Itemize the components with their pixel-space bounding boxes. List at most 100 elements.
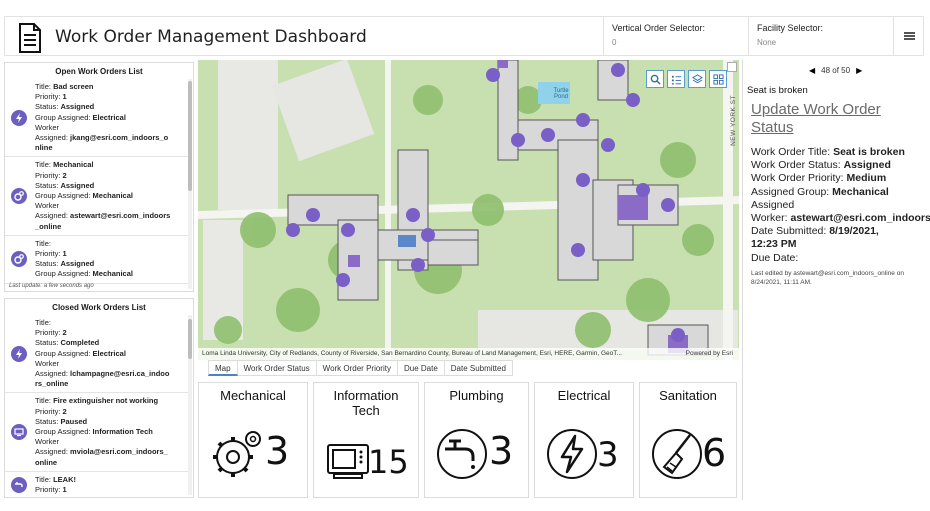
worker-label: Worker: bbox=[751, 212, 791, 225]
line-key: Group Assigned: bbox=[35, 348, 93, 358]
card-electrical[interactable]: Electrical 3 bbox=[534, 382, 634, 498]
line-text: Worker bbox=[35, 358, 60, 368]
detail-priority-row: Work Order Priority: Medium bbox=[751, 172, 930, 185]
map-legend-button[interactable] bbox=[667, 70, 685, 88]
line-value: Bad screen bbox=[53, 82, 94, 91]
open-list-body[interactable]: Title: Bad screen Priority: 1 Status: Assi… bbox=[5, 79, 189, 291]
card-information-tech-count: 15 bbox=[368, 443, 409, 481]
line-key: Status: bbox=[35, 416, 61, 426]
line-key: Group Assigned: bbox=[35, 427, 93, 437]
list-item-line: Status: Assigned bbox=[35, 259, 185, 269]
tab-work-order-status[interactable]: Work Order Status bbox=[237, 360, 317, 376]
list-item[interactable]: Title: LEAK! Priority: 1 bbox=[5, 472, 189, 497]
previous-arrow-icon[interactable]: ◀ bbox=[809, 66, 815, 75]
tab-due-date[interactable]: Due Date bbox=[397, 360, 445, 376]
list-item-line: Priority: 2 bbox=[35, 407, 185, 417]
faucet-icon bbox=[11, 477, 27, 494]
facility-selector-label: Facility Selector: bbox=[757, 23, 824, 33]
broom-icon bbox=[652, 429, 702, 479]
line-value: 2 bbox=[62, 170, 67, 180]
line-key: Group Assigned: bbox=[35, 269, 93, 279]
title-value: Seat is broken bbox=[833, 146, 905, 158]
lightning-icon bbox=[11, 345, 27, 362]
lightning-icon bbox=[547, 429, 597, 479]
card-plumbing[interactable]: Plumbing 3 bbox=[424, 382, 529, 498]
facility-selector[interactable]: Facility Selector: None bbox=[748, 17, 893, 55]
list-item[interactable]: Title: Priority: 1 Status: Assigned Group A… bbox=[5, 236, 189, 284]
line-key: Priority: bbox=[35, 485, 63, 495]
faucet-icon bbox=[437, 429, 487, 479]
line-value: jkang@esri.com_indoors_o bbox=[70, 133, 169, 143]
list-item-line: Worker bbox=[35, 437, 185, 447]
gears-icon bbox=[11, 251, 27, 268]
line-key: Status: bbox=[35, 180, 61, 190]
list-item-line: Group Assigned: Electrical bbox=[35, 349, 185, 359]
powered-by-esri[interactable]: Powered by Esri bbox=[686, 350, 733, 357]
card-sanitation-label: Sanitation bbox=[659, 388, 717, 403]
street-label: NEW YORK ST bbox=[730, 95, 737, 146]
list-item-line: nline bbox=[35, 143, 185, 153]
list-item[interactable]: Title: Fire extinguisher not working Prio… bbox=[5, 393, 189, 472]
map-layers-button[interactable] bbox=[688, 70, 706, 88]
vertical-order-selector[interactable]: Vertical Order Selector: 0 bbox=[603, 17, 748, 55]
line-key: Title: bbox=[35, 474, 54, 484]
closed-list-body[interactable]: Title: Priority: 2 Status: Completed Group … bbox=[5, 315, 189, 497]
indoor-map[interactable]: Turtle Pond NEW YORK ST Loma Linda Unive… bbox=[198, 60, 739, 360]
map-expand-button[interactable] bbox=[727, 62, 737, 72]
computer-icon bbox=[327, 444, 369, 479]
tab-map[interactable]: Map bbox=[208, 360, 238, 376]
vertical-selector-label: Vertical Order Selector: bbox=[612, 23, 706, 33]
list-item-line: Group Assigned: Mechanical bbox=[35, 191, 185, 201]
list-item-line: Assigned: mviola@esri.com_indoors_ bbox=[35, 447, 185, 457]
list-item-line: Status: Paused bbox=[35, 417, 185, 427]
closed-list-scroll-thumb[interactable] bbox=[188, 319, 192, 359]
group-value: Mechanical bbox=[832, 185, 889, 198]
card-sanitation[interactable]: Sanitation 6 bbox=[639, 382, 737, 498]
card-information-tech[interactable]: Information Tech 15 bbox=[313, 382, 419, 498]
line-key: Title: bbox=[35, 82, 54, 91]
status-value: Assigned bbox=[843, 159, 891, 172]
line-value: Information Tech bbox=[92, 427, 153, 437]
view-tabs: Map Work Order Status Work Order Priorit… bbox=[208, 360, 513, 376]
closed-list-scrollbar[interactable] bbox=[188, 315, 192, 495]
date-value-2: 12:23 PM bbox=[751, 238, 797, 251]
update-work-order-status-link[interactable]: Update Work Order Status bbox=[751, 101, 926, 137]
search-icon bbox=[650, 74, 661, 85]
line-value: 2 bbox=[62, 406, 67, 416]
hamburger-menu-button[interactable] bbox=[893, 17, 925, 55]
list-item-line: Priority: 1 bbox=[35, 485, 185, 495]
open-list-scrollbar[interactable] bbox=[188, 79, 192, 289]
app-title: Work Order Management Dashboard bbox=[55, 27, 367, 47]
line-key: Priority: bbox=[35, 328, 63, 338]
line-value: rs_online bbox=[35, 379, 69, 389]
list-item-line: Worker bbox=[35, 123, 185, 133]
list-item-line: Title: Bad screen bbox=[35, 82, 185, 92]
next-arrow-icon[interactable]: ▶ bbox=[856, 66, 862, 75]
line-value: 1 bbox=[62, 249, 67, 259]
map-search-button[interactable] bbox=[646, 70, 664, 88]
map-basemap-button[interactable] bbox=[709, 70, 727, 88]
last-edited-text: Last edited by astewart@esri.com_indoors… bbox=[751, 270, 904, 286]
card-mechanical[interactable]: Mechanical 3 bbox=[198, 382, 308, 498]
line-key: Title: bbox=[35, 396, 54, 406]
tab-work-order-priority[interactable]: Work Order Priority bbox=[316, 360, 398, 376]
line-text: Worker bbox=[35, 437, 60, 447]
list-item[interactable]: Title: Bad screen Priority: 1 Status: Assi… bbox=[5, 79, 189, 158]
grid-icon bbox=[712, 73, 724, 85]
map-attribution: Loma Linda University, City of Redlands,… bbox=[198, 348, 739, 360]
list-item[interactable]: Title: Priority: 2 Status: Completed Group … bbox=[5, 315, 189, 394]
map-toolbar bbox=[646, 70, 727, 88]
list-item-line: _online bbox=[35, 222, 185, 232]
list-item-line: Assigned: jkang@esri.com_indoors_o bbox=[35, 133, 185, 143]
pond-label: Turtle Pond bbox=[553, 88, 569, 100]
open-list-scroll-thumb[interactable] bbox=[188, 81, 192, 191]
line-key: Assigned: bbox=[35, 369, 71, 379]
priority-value: Medium bbox=[846, 172, 887, 185]
detail-assigned-row: Assigned bbox=[751, 198, 795, 211]
list-item-line: Title: Fire extinguisher not working bbox=[35, 396, 185, 406]
gears-icon bbox=[213, 431, 261, 477]
tab-date-submitted[interactable]: Date Submitted bbox=[444, 360, 513, 376]
line-key: Status: bbox=[35, 338, 61, 348]
list-item[interactable]: Title: Mechanical Priority: 2 Status: Assi… bbox=[5, 157, 189, 236]
hamburger-icon bbox=[904, 35, 915, 37]
